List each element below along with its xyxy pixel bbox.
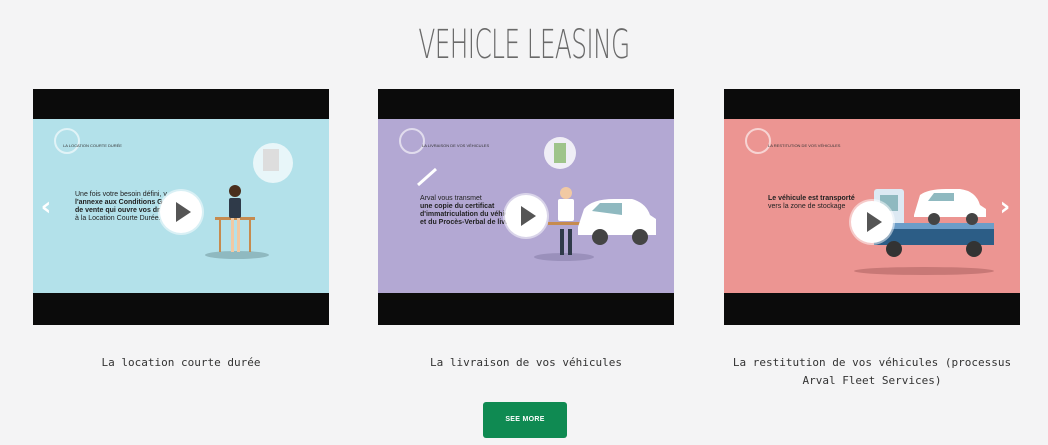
scene-text-line: une copie du certificat bbox=[420, 203, 495, 210]
video-card-livraison-vehicules[interactable]: LA LIVRAISON DE VOS VÉHICULES Arval vous… bbox=[378, 89, 674, 325]
scene-text-line: l'annexe aux Conditions G bbox=[75, 199, 163, 206]
scene-text-line: et du Procès-Verbal de livrai bbox=[420, 219, 514, 226]
scene-text-line: vers la zone de stockage bbox=[768, 203, 846, 210]
video-caption: La livraison de vos véhicules bbox=[429, 356, 623, 369]
video-thumbnail[interactable]: LA RESTITUTION DE VOS VÉHICULES Le véhic… bbox=[724, 119, 1020, 293]
scene-text-line: Arval vous transmet bbox=[420, 195, 482, 202]
scene-text-line: d'immatriculation du véhic bbox=[420, 211, 509, 218]
scene-heading: LA RESTITUTION DE VOS VÉHICULES bbox=[768, 143, 841, 148]
carousel-prev-arrow-icon[interactable]: ‹ bbox=[36, 192, 56, 222]
see-more-button[interactable]: SEE MORE bbox=[483, 402, 567, 438]
scene-text-line: de vente qui ouvre vos dr bbox=[75, 207, 160, 214]
video-caption: La restitution de vos véhicules (process… bbox=[732, 356, 1012, 387]
video-card-restitution-vehicules[interactable]: LA RESTITUTION DE VOS VÉHICULES Le véhic… bbox=[724, 89, 1020, 325]
scene-text-line: Une fois votre besoin défini, v bbox=[75, 191, 167, 198]
play-icon[interactable] bbox=[505, 195, 547, 237]
scene-text-line: à la Location Courte Durée. bbox=[75, 215, 161, 222]
carousel-next-arrow-icon[interactable]: › bbox=[995, 192, 1015, 222]
play-icon[interactable] bbox=[160, 191, 202, 233]
video-card-location-courte-duree[interactable]: LA LOCATION COURTE DURÉE Une fois votre … bbox=[33, 89, 329, 325]
video-thumbnail[interactable]: LA LIVRAISON DE VOS VÉHICULES Arval vous… bbox=[378, 119, 674, 293]
scene-heading: LA LOCATION COURTE DURÉE bbox=[63, 143, 122, 148]
section-title: VEHICLE LEASING bbox=[418, 22, 630, 68]
video-caption: La location courte durée bbox=[101, 356, 261, 369]
play-icon[interactable] bbox=[851, 201, 893, 243]
scene-text-line: Le véhicule est transporté bbox=[768, 195, 855, 202]
video-thumbnail[interactable]: LA LOCATION COURTE DURÉE Une fois votre … bbox=[33, 119, 329, 293]
scene-heading: LA LIVRAISON DE VOS VÉHICULES bbox=[422, 143, 490, 148]
